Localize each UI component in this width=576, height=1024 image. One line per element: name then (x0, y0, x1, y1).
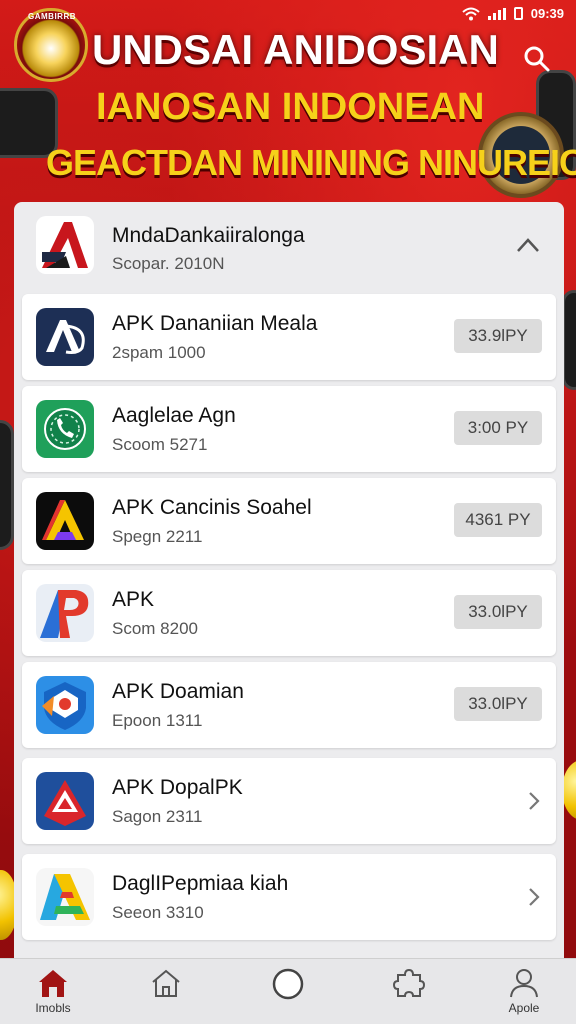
app-meta: Sagon 2311 (112, 807, 203, 826)
home-filled-icon (39, 970, 67, 997)
person-icon (510, 969, 538, 998)
nav-circle[interactable] (248, 967, 328, 1023)
app-meta: Scoom 5271 (112, 435, 208, 454)
home-outline-icon (152, 969, 180, 997)
battery-icon (513, 7, 523, 20)
red-a-logo-icon (36, 216, 94, 274)
app-name: APK (112, 588, 155, 611)
app-meta: Scom 8200 (112, 619, 198, 638)
search-icon[interactable] (520, 42, 554, 76)
list-item[interactable]: APK Scom 8200 33.0lPY (22, 570, 556, 656)
ap-logo-icon (36, 584, 94, 642)
nav-home-active[interactable]: Imobls (13, 967, 93, 1023)
phone-logo-icon (36, 400, 94, 458)
app-name: APK Cancinis Soahel (112, 496, 312, 519)
app-name: Aaglelae Agn (112, 404, 236, 427)
app-list-card: MndaDankaiiralonga Scopar. 2010N APK Dan… (14, 202, 564, 972)
nav-label: Apole (508, 1001, 540, 1015)
nav-home[interactable] (126, 967, 206, 1023)
price-button[interactable]: 3:00 PY (454, 411, 542, 445)
list-item[interactable]: APK Doamian Epoon 1311 33.0lPY (22, 662, 556, 748)
status-time: 09:39 (530, 6, 564, 21)
shield-logo-icon (36, 676, 94, 734)
featured-app-meta: Scopar. 2010N (112, 254, 225, 273)
banner-tagline: GEACTDAN MININING NINUREIC (46, 142, 576, 183)
app-name: APK Doamian (112, 680, 244, 703)
puzzle-icon (392, 968, 426, 997)
price-button[interactable]: 33.0lPY (454, 595, 542, 629)
phone-decoration (0, 420, 14, 550)
chevron-right-icon[interactable] (528, 791, 540, 811)
nav-label: Imobls (35, 1001, 71, 1015)
list-item[interactable]: DaglIPepmiaa kiah Seeon 3310 (22, 854, 556, 940)
price-button[interactable]: 33.9lPY (454, 319, 542, 353)
app-name: APK Dananiian Meala (112, 312, 318, 335)
app-meta: 2spam 1000 (112, 343, 206, 362)
ad-logo-icon (36, 308, 94, 366)
featured-app-header[interactable]: MndaDankaiiralonga Scopar. 2010N (14, 202, 564, 288)
list-item[interactable]: APK DopalPK Sagon 2311 (22, 758, 556, 844)
app-meta: Spegn 2211 (112, 527, 203, 546)
red-triangle-logo-icon (36, 772, 94, 830)
price-button[interactable]: 4361 PY (454, 503, 542, 537)
phone-decoration (562, 290, 576, 390)
chevron-right-icon[interactable] (528, 887, 540, 907)
bottom-navigation-bar: Imobls Apole (0, 958, 576, 1024)
list-item[interactable]: Aaglelae Agn Scoom 5271 3:00 PY (22, 386, 556, 472)
nav-puzzle[interactable] (369, 967, 449, 1023)
nav-profile[interactable]: Apole (484, 967, 564, 1023)
triangle-logo-icon (36, 492, 94, 550)
app-meta: Epoon 1311 (112, 711, 203, 730)
wifi-icon (462, 7, 480, 20)
circle-icon (272, 968, 304, 1000)
price-button[interactable]: 33.0lPY (454, 687, 542, 721)
chevron-up-icon[interactable] (516, 236, 540, 254)
banner-title: UNDSAI ANIDOSIAN (92, 26, 499, 73)
status-bar: 09:39 (462, 6, 564, 21)
colorful-a-logo-icon (36, 868, 94, 926)
app-name: APK DopalPK (112, 776, 243, 799)
cell-signal-icon (487, 7, 506, 20)
app-meta: Seeon 3310 (112, 903, 204, 922)
featured-app-name: MndaDankaiiralonga (112, 224, 305, 247)
list-item[interactable]: APK Dananiian Meala 2spam 1000 33.9lPY (22, 294, 556, 380)
app-name: DaglIPepmiaa kiah (112, 872, 289, 895)
list-item[interactable]: APK Cancinis Soahel Spegn 2211 4361 PY (22, 478, 556, 564)
emblem-text: GAMBIRRB (28, 12, 76, 21)
banner-subtitle: IANOSAN INDONEAN (96, 86, 485, 128)
